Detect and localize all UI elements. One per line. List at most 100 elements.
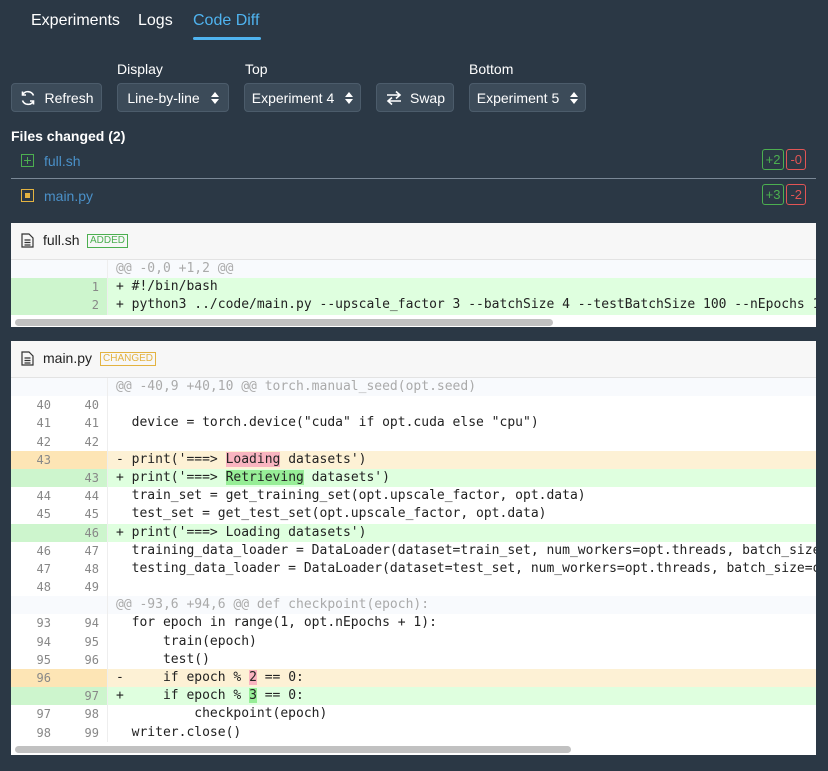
tab-logs[interactable]: Logs <box>138 12 173 30</box>
code-text: @@ -0,0 +1,2 @@ <box>116 261 234 276</box>
file-row-full-sh[interactable]: full.sh +2 -0 <box>11 146 816 178</box>
new-line-number: 96 <box>84 652 99 667</box>
old-line-number: 40 <box>36 398 51 413</box>
new-line-number: 98 <box>84 707 99 722</box>
new-line-number: 43 <box>84 470 99 485</box>
changed-word-highlight: Retrieving <box>225 469 304 485</box>
top-select[interactable]: Experiment 4 <box>244 83 361 112</box>
old-line-number: 45 <box>36 507 51 522</box>
new-line-number: 40 <box>84 398 99 413</box>
diff-line-context: 44 44 train_set = get_training_set(opt.up… <box>11 487 816 506</box>
swap-button[interactable]: Swap <box>376 83 454 112</box>
diff-line-context: 47 48 testing_data_loader = DataLoader(da… <box>11 559 816 579</box>
old-line-number: 94 <box>36 634 51 649</box>
file-link[interactable]: main.py <box>44 188 93 204</box>
code-text: writer.close() <box>116 724 242 740</box>
diff-file-full-sh: full.sh ADDED @@ -0,0 +1,2 @@ 1 + #!/bin/b… <box>11 223 816 327</box>
diff-hunk-header: @@ -40,9 +40,10 @@ torch.manual_seed(opt… <box>11 378 816 397</box>
file-link[interactable]: full.sh <box>44 153 81 169</box>
diff-line-context: 48 49 <box>11 578 816 597</box>
tab-code-diff[interactable]: Code Diff <box>193 12 259 30</box>
refresh-button[interactable]: Refresh <box>11 83 102 112</box>
display-label: Display <box>117 61 163 77</box>
diff-file-header: full.sh ADDED <box>11 223 816 260</box>
old-line-number: 41 <box>36 416 51 431</box>
display-value: Line-by-line <box>127 89 200 106</box>
new-line-number: 41 <box>84 416 99 431</box>
select-arrows-icon <box>210 91 219 104</box>
additions-badge: +3 <box>761 184 785 205</box>
file-changed-icon <box>21 189 34 202</box>
top-value: Experiment 4 <box>251 89 335 106</box>
bottom-select[interactable]: Experiment 5 <box>469 83 586 112</box>
file-status-tag: ADDED <box>87 234 129 248</box>
document-icon <box>21 351 34 366</box>
old-line-number: 48 <box>36 580 51 595</box>
line-number-gutter <box>11 260 108 279</box>
code-text: + #!/bin/bash <box>116 279 218 295</box>
new-line-number: 46 <box>84 525 99 540</box>
diff-lines: @@ -0,0 +1,2 @@ 1 + #!/bin/bash 2 + python3 … <box>11 260 816 315</box>
changed-word-highlight: 2 <box>249 670 257 685</box>
old-line-number: 42 <box>36 434 51 449</box>
file-row-main-py[interactable]: main.py +3 -2 <box>11 181 816 213</box>
code-text: test() <box>116 651 210 667</box>
tab-bar: Experiments Logs Code Diff <box>0 0 828 44</box>
diff-hunk-header: @@ -0,0 +1,2 @@ <box>11 260 816 279</box>
deletions-badge: -2 <box>786 184 806 205</box>
file-status-tag: CHANGED <box>100 352 157 366</box>
new-line-number: 95 <box>84 634 99 649</box>
display-select[interactable]: Line-by-line <box>117 83 229 112</box>
bottom-value: Experiment 5 <box>476 89 560 106</box>
code-text: checkpoint(epoch) <box>116 706 328 722</box>
old-line-number: 93 <box>36 616 51 631</box>
diff-file-name: main.py <box>43 350 93 366</box>
diff-line-context: 95 96 test() <box>11 650 816 669</box>
code-text: @@ -93,6 +94,6 @@ def checkpoint(epoch): <box>116 597 430 613</box>
code-text: train(epoch) <box>116 633 257 649</box>
tab-experiments[interactable]: Experiments <box>31 12 120 30</box>
diff-line-added: 43 + print('===> Retrieving datasets') <box>11 468 816 488</box>
new-line-number: 48 <box>84 561 99 576</box>
new-line-number: 2 <box>91 298 99 313</box>
diff-line-context: 97 98 checkpoint(epoch) <box>11 705 816 724</box>
new-line-number: 49 <box>84 580 99 595</box>
new-line-number: 42 <box>84 434 99 449</box>
scrollbar-thumb[interactable] <box>15 318 553 326</box>
diff-line-context: 42 42 <box>11 432 816 451</box>
diff-line-context: 40 40 <box>11 396 816 415</box>
diff-lines: @@ -40,9 +40,10 @@ torch.manual_seed(opt… <box>11 378 816 742</box>
diff-hunk-header: @@ -93,6 +94,6 @@ def checkpoint(epoch): <box>11 596 816 615</box>
code-text: + print('===> Loading datasets') <box>116 524 367 540</box>
old-line-number: 46 <box>36 543 51 558</box>
bottom-label: Bottom <box>469 61 514 77</box>
select-arrows-icon <box>345 91 354 104</box>
files-changed-title: Files changed (2) <box>11 128 126 144</box>
code-text: - print('===> Loading datasets') <box>116 451 367 467</box>
horizontal-scrollbar[interactable] <box>11 741 816 755</box>
code-text: + python3 ../code/main.py --upscale_fact… <box>116 297 816 313</box>
code-text: train_set = get_training_set(opt.upscale… <box>116 488 586 504</box>
code-text: + if epoch % 3 == 0: <box>116 688 304 704</box>
additions-badge: +2 <box>761 149 785 170</box>
file-added-icon <box>21 154 34 167</box>
scrollbar-thumb[interactable] <box>15 745 571 753</box>
new-line-number: 99 <box>84 725 99 740</box>
old-line-number: 95 <box>36 652 51 667</box>
code-text: - if epoch % 2 == 0: <box>116 670 304 685</box>
deletions-badge: -0 <box>786 149 806 170</box>
horizontal-scrollbar[interactable] <box>11 314 816 327</box>
diff-line-removed: 43 - print('===> Loading datasets') <box>11 450 816 469</box>
old-line-number: 96 <box>36 671 51 685</box>
line-number-gutter <box>11 378 108 397</box>
diff-line-context: 41 41 device = torch.device("cuda" if opt… <box>11 414 816 433</box>
code-text: for epoch in range(1, opt.nEpochs + 1): <box>116 615 437 631</box>
document-icon <box>21 233 34 248</box>
line-number-gutter <box>11 596 108 615</box>
refresh-label: Refresh <box>44 89 94 106</box>
new-line-number: 1 <box>91 280 99 295</box>
diff-line-added: 97 + if epoch % 3 == 0: <box>11 687 816 706</box>
old-line-number: 44 <box>36 489 51 504</box>
diff-line-context: 45 45 test_set = get_test_set(opt.upscale… <box>11 505 816 524</box>
changed-word-highlight: Loading <box>225 451 281 467</box>
